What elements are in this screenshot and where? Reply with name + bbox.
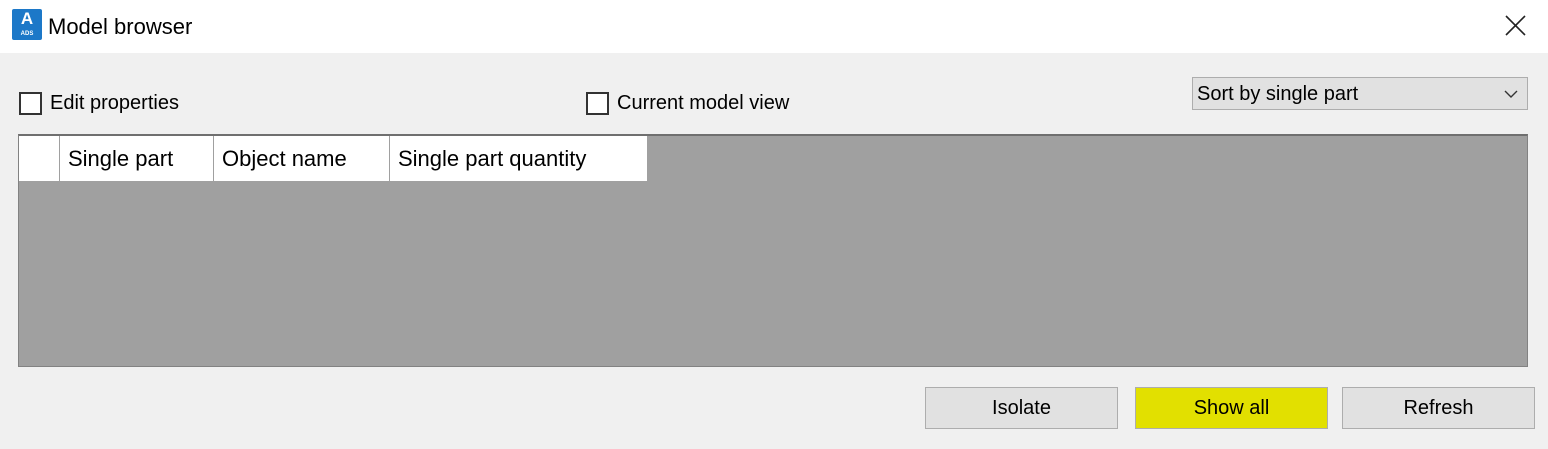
column-header-single-part-quantity[interactable]: Single part quantity <box>390 136 648 182</box>
app-icon-sub: ADS <box>20 31 34 37</box>
app-icon-letter: A <box>20 9 34 28</box>
chevron-down-icon <box>1504 90 1518 98</box>
current-model-view-checkbox[interactable] <box>586 91 609 115</box>
isolate-button[interactable]: Isolate <box>925 387 1118 429</box>
show-all-button[interactable]: Show all <box>1135 387 1328 429</box>
sort-dropdown-value: Sort by single part <box>1197 83 1359 105</box>
column-header-single-part[interactable]: Single part <box>60 136 214 182</box>
close-button[interactable] <box>1494 6 1536 46</box>
title-bar: A ADS Model browser <box>0 0 1548 53</box>
close-icon <box>1505 15 1526 36</box>
current-model-view-option[interactable]: Current model view <box>586 91 789 115</box>
edit-properties-label: Edit properties <box>50 92 179 114</box>
sort-dropdown[interactable]: Sort by single part <box>1192 77 1528 110</box>
current-model-view-label: Current model view <box>617 92 790 114</box>
window-title: Model browser <box>48 14 193 39</box>
column-header-object-name[interactable]: Object name <box>214 136 390 182</box>
edit-properties-checkbox[interactable] <box>19 91 42 115</box>
parts-grid[interactable]: Single part Object name Single part quan… <box>18 134 1528 367</box>
refresh-button[interactable]: Refresh <box>1342 387 1535 429</box>
edit-properties-option[interactable]: Edit properties <box>19 91 179 115</box>
app-icon: A ADS <box>12 9 42 40</box>
grid-header-row: Single part Object name Single part quan… <box>19 136 648 182</box>
row-selector-header[interactable] <box>19 136 60 182</box>
